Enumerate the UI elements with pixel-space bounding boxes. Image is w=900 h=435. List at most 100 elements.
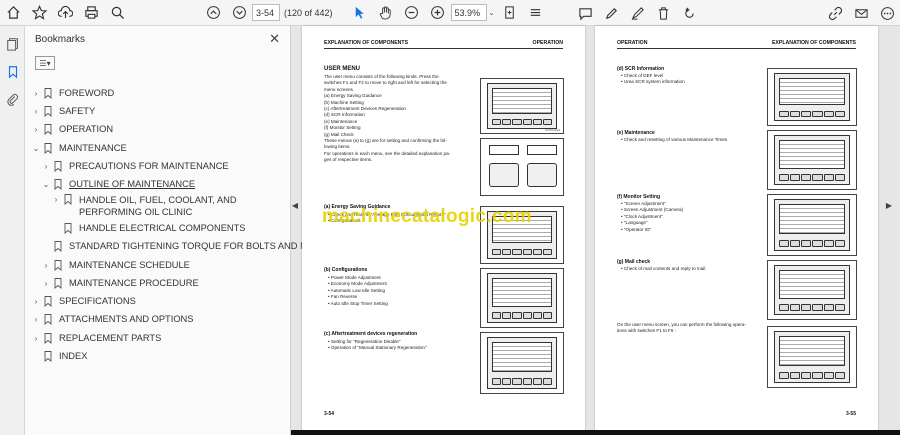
bullet-item: • Urea SCR system information [621,79,685,85]
print-icon[interactable] [78,0,104,26]
section-b-list: • Power Mode Adjustment • Economy Mode Ad… [328,275,388,307]
page-number-input[interactable]: 3-54 [252,4,280,21]
bookmark-icon [51,178,65,190]
bookmark-icon [41,123,55,135]
bookmark-label: MAINTENANCE PROCEDURE [69,278,199,288]
watermark-text: machinecatalogic.com [322,206,532,227]
bookmark-label: FOREWORD [59,88,115,98]
page-count-label: (120 of 442) [284,7,333,18]
chevron-right-icon[interactable]: › [51,194,61,206]
find-search-icon[interactable] [104,0,130,26]
bookmark-label: MAINTENANCE [59,143,127,153]
bookmark-item[interactable]: › OPERATION [31,120,113,138]
bookmark-label: STANDARD TIGHTENING TORQUE FOR BOLTS AND… [69,241,326,251]
collapse-panel-right-icon[interactable]: ▶ [884,198,894,212]
text-line: switches F1 and F2 to move to right and … [324,80,447,86]
link-share-icon[interactable] [822,0,848,26]
fit-page-icon[interactable] [497,0,523,26]
bookmark-label: PRECAUTIONS FOR MAINTENANCE [69,161,229,171]
bookmarks-panel: Bookmarks ✕ ☰▾ › FOREWORD › SAFETY › OPERATIO… [25,26,325,435]
bookmarks-panel-title: Bookmarks [35,33,86,45]
bookmark-options-button[interactable]: ☰▾ [35,56,55,70]
comment-icon[interactable] [572,0,598,26]
bookmark-item[interactable]: HANDLE ELECTRICAL COMPONENTS [51,219,246,237]
bookmark-icon [41,142,55,154]
draw-icon[interactable] [624,0,650,26]
bookmark-item[interactable]: › ATTACHMENTS AND OPTIONS [31,310,193,328]
bookmark-label: ATTACHMENTS AND OPTIONS [59,314,194,324]
close-icon[interactable]: ✕ [269,31,280,47]
bookmark-item[interactable]: STANDARD TIGHTENING TORQUE FOR BOLTS AND… [41,237,325,255]
previous-page-icon[interactable] [200,0,226,26]
bookmark-item[interactable]: ⌄ OUTLINE OF MAINTENANCE [41,175,195,193]
collapse-panel-left-icon[interactable]: ◀ [291,198,299,212]
chevron-right-icon[interactable]: › [31,315,41,324]
bookmark-item[interactable]: › MAINTENANCE SCHEDULE [41,256,190,274]
main-toolbar: 3-54 (120 of 442) 53.9% ⌄ [0,0,900,26]
chevron-right-icon[interactable]: › [31,334,41,343]
bookmark-item[interactable]: › MAINTENANCE PROCEDURE [41,274,199,292]
bullet-item: • Screen Adjustment (Camera) [621,207,684,213]
bookmark-icon [41,87,55,99]
figure-f1-f2-switches [480,138,564,196]
bookmark-label: OPERATION [59,124,114,134]
section-c-title: (c) Aftertreatment devices regeneration [324,331,418,337]
chevron-right-icon[interactable]: › [31,89,41,98]
chevron-down-icon[interactable]: ⌄ [31,144,41,153]
chevron-right-icon[interactable]: › [41,162,51,171]
home-icon[interactable] [0,0,26,26]
closing-text: On the user menu screen, you can perform… [617,322,746,335]
bookmark-label: REPLACEMENT PARTS [59,333,162,343]
upload-cloud-icon[interactable] [52,0,78,26]
bookmark-item[interactable]: › REPLACEMENT PARTS [31,329,161,347]
figure-mail-check-screen [767,260,857,320]
chevron-right-icon[interactable]: › [31,107,41,116]
chevron-down-icon[interactable]: ⌄ [487,0,497,26]
more-options-icon[interactable] [874,0,900,26]
hand-tool-icon[interactable] [373,0,399,26]
bookmark-icon [41,295,55,307]
bookmarks-panel-icon[interactable] [0,58,25,86]
bookmark-label: INDEX [59,351,88,361]
bookmark-item[interactable]: INDEX [31,347,87,365]
next-page-icon[interactable] [226,0,252,26]
email-icon[interactable] [848,0,874,26]
chevron-right-icon[interactable]: › [31,125,41,134]
bookmark-item[interactable]: › PRECAUTIONS FOR MAINTENANCE [41,157,229,175]
chevron-down-icon[interactable]: ⌄ [41,180,51,189]
bookmark-item[interactable]: ⌄ MAINTENANCE [31,139,127,157]
bullet-item: • "Operator ID" [621,226,652,232]
scroll-mode-icon[interactable] [523,0,549,26]
chevron-right-icon[interactable]: › [31,297,41,306]
user-menu-intro-text: The user menu consists of the following … [324,74,464,164]
chevron-right-icon[interactable]: › [41,261,51,270]
delete-trash-icon[interactable] [650,0,676,26]
bullet-item: • Check and resetting of various Mainten… [621,137,728,142]
figure-scr-info-screen [767,68,857,126]
bullet-item: • Operation of "Manual Stationary Regene… [328,345,427,351]
page-thumbnails-icon[interactable] [0,30,25,58]
bookmark-item[interactable]: › FOREWORD [31,84,114,102]
chevron-right-icon[interactable]: › [41,279,51,288]
undo-icon[interactable] [676,0,702,26]
bookmark-star-icon[interactable] [26,0,52,26]
zoom-in-icon[interactable] [425,0,451,26]
section-f-title: (f) Monitor Setting [617,194,661,200]
zoom-out-icon[interactable] [399,0,425,26]
bookmark-item[interactable]: › HANDLE OIL, FUEL, COOLANT, AND PERFORMI… [51,194,284,218]
pdf-page-right: OPERATION EXPLANATION OF COMPONENTS (d) … [595,26,878,435]
bookmark-item[interactable]: › SAFETY [31,102,95,120]
page-header-right-r: EXPLANATION OF COMPONENTS [771,40,856,46]
zoom-level-input[interactable]: 53.9% [450,4,487,21]
bookmark-label: MAINTENANCE SCHEDULE [69,260,190,270]
section-d-list: • Check of DEF level • Urea SCR system in… [621,73,685,86]
bookmark-item[interactable]: › SPECIFICATIONS [31,292,136,310]
select-cursor-icon[interactable] [347,0,373,26]
bookmark-icon [41,350,55,362]
bottom-edge [291,430,900,435]
section-c-list: • Setting for "Regeneration Disable" • Op… [328,339,427,352]
highlight-pen-icon[interactable] [598,0,624,26]
bookmark-label: SAFETY [59,106,96,116]
attachments-paperclip-icon[interactable] [0,86,25,114]
page-header-right: OPERATION [532,40,563,46]
